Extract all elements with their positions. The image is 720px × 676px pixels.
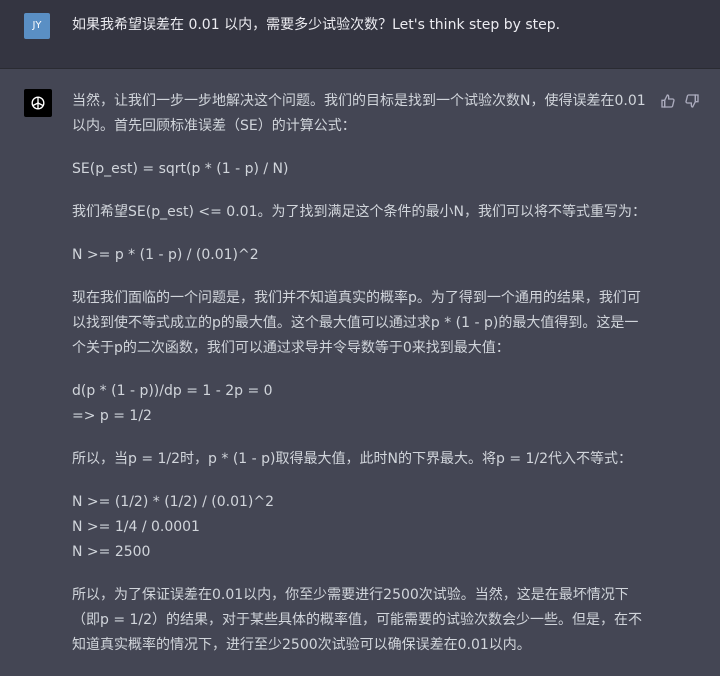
assistant-paragraph: SE(p_est) = sqrt(p * (1 - p) / N)	[72, 161, 289, 177]
assistant-paragraph: 当然，让我们一步一步地解决这个问题。我们的目标是找到一个试验次数N，使得误差在0…	[72, 93, 646, 134]
assistant-message-row: 当然，让我们一步一步地解决这个问题。我们的目标是找到一个试验次数N，使得误差在0…	[0, 69, 720, 672]
feedback-actions	[660, 93, 700, 109]
thumbs-down-icon[interactable]	[684, 93, 700, 109]
assistant-paragraph: N >= (1/2) * (1/2) / (0.01)^2 N >= 1/4 /…	[72, 494, 274, 560]
thumbs-up-icon[interactable]	[660, 93, 676, 109]
assistant-paragraph: 我们希望SE(p_est) <= 0.01。为了找到满足这个条件的最小N，我们可…	[72, 204, 646, 220]
assistant-paragraph: N >= p * (1 - p) / (0.01)^2	[72, 247, 259, 263]
assistant-paragraph: 所以，当p = 1/2时，p * (1 - p)取得最大值，此时N的下界最大。将…	[72, 451, 633, 467]
user-message-row: JY 如果我希望误差在 0.01 以内，需要多少试验次数？Let's think…	[0, 0, 720, 69]
user-message-text: 如果我希望误差在 0.01 以内，需要多少试验次数？Let's think st…	[72, 17, 561, 33]
user-avatar: JY	[24, 13, 50, 39]
assistant-paragraph: 现在我们面临的一个问题是，我们并不知道真实的概率p。为了得到一个通用的结果，我们…	[72, 290, 641, 356]
assistant-paragraph: 所以，为了保证误差在0.01以内，你至少需要进行2500次试验。当然，这是在最坏…	[72, 587, 643, 653]
openai-logo-icon	[24, 89, 52, 117]
assistant-message-content: 当然，让我们一步一步地解决这个问题。我们的目标是找到一个试验次数N，使得误差在0…	[72, 89, 650, 676]
assistant-paragraph: d(p * (1 - p))/dp = 1 - 2p = 0 => p = 1/…	[72, 383, 273, 424]
